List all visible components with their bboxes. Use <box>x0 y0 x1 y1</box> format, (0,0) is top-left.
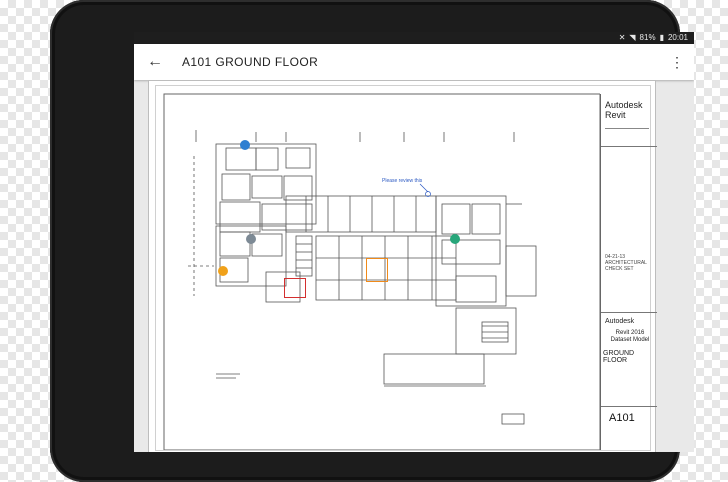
orange-markup-box[interactable] <box>366 258 388 282</box>
markup-pin-green[interactable] <box>450 234 460 244</box>
battery-percent: 81% <box>639 33 656 42</box>
markup-pin-orange[interactable] <box>218 266 228 276</box>
wifi-icon: ◥ <box>629 33 636 42</box>
titleblock-company: Autodesk <box>605 318 635 325</box>
comment-callout[interactable]: Please review this <box>382 178 422 184</box>
status-bar: ✕ ◥ 81% ▮ 20:01 <box>134 32 694 44</box>
screen: ✕ ◥ 81% ▮ 20:01 ← A101 GROUND FLOOR ⋮ Pl… <box>134 32 694 452</box>
titleblock-description: 04-21-13 ARCHITECTURAL CHECK SET <box>605 254 647 272</box>
titleblock-divider <box>601 312 657 313</box>
status-icons: ✕ ◥ 81% ▮ 20:01 <box>619 32 688 44</box>
battery-icon: ▮ <box>659 33 664 42</box>
mute-icon: ✕ <box>618 33 626 42</box>
clock: 20:01 <box>667 33 688 42</box>
title-block: Autodesk Revit 04-21-13 ARCHITECTURAL CH… <box>600 94 657 450</box>
tablet-frame: ✕ ◥ 81% ▮ 20:01 ← A101 GROUND FLOOR ⋮ Pl… <box>50 0 694 482</box>
titleblock-divider <box>601 406 657 407</box>
titleblock-sheet-number: A101 <box>609 412 635 424</box>
redline-markup-box[interactable] <box>284 278 306 298</box>
titleblock-brand: Autodesk Revit <box>605 100 643 120</box>
markup-pin-gray[interactable] <box>246 234 256 244</box>
overflow-menu-icon[interactable]: ⋮ <box>670 53 684 71</box>
app-bar: ← A101 GROUND FLOOR ⋮ <box>134 44 694 80</box>
titleblock-sheet-name: GROUND FLOOR <box>603 350 635 364</box>
back-arrow-icon[interactable]: ← <box>146 53 164 71</box>
markup-pin-blue[interactable] <box>240 140 250 150</box>
titleblock-rule <box>605 128 649 129</box>
titleblock-project: Revit 2016 Dataset Model <box>610 330 650 343</box>
page-title: A101 GROUND FLOOR <box>182 55 319 69</box>
drawing-sheet[interactable]: Please review this Autodesk Revit 04-21-… <box>155 85 657 451</box>
titleblock-divider <box>601 146 657 147</box>
drawing-viewer[interactable]: Please review this Autodesk Revit 04-21-… <box>148 80 657 452</box>
